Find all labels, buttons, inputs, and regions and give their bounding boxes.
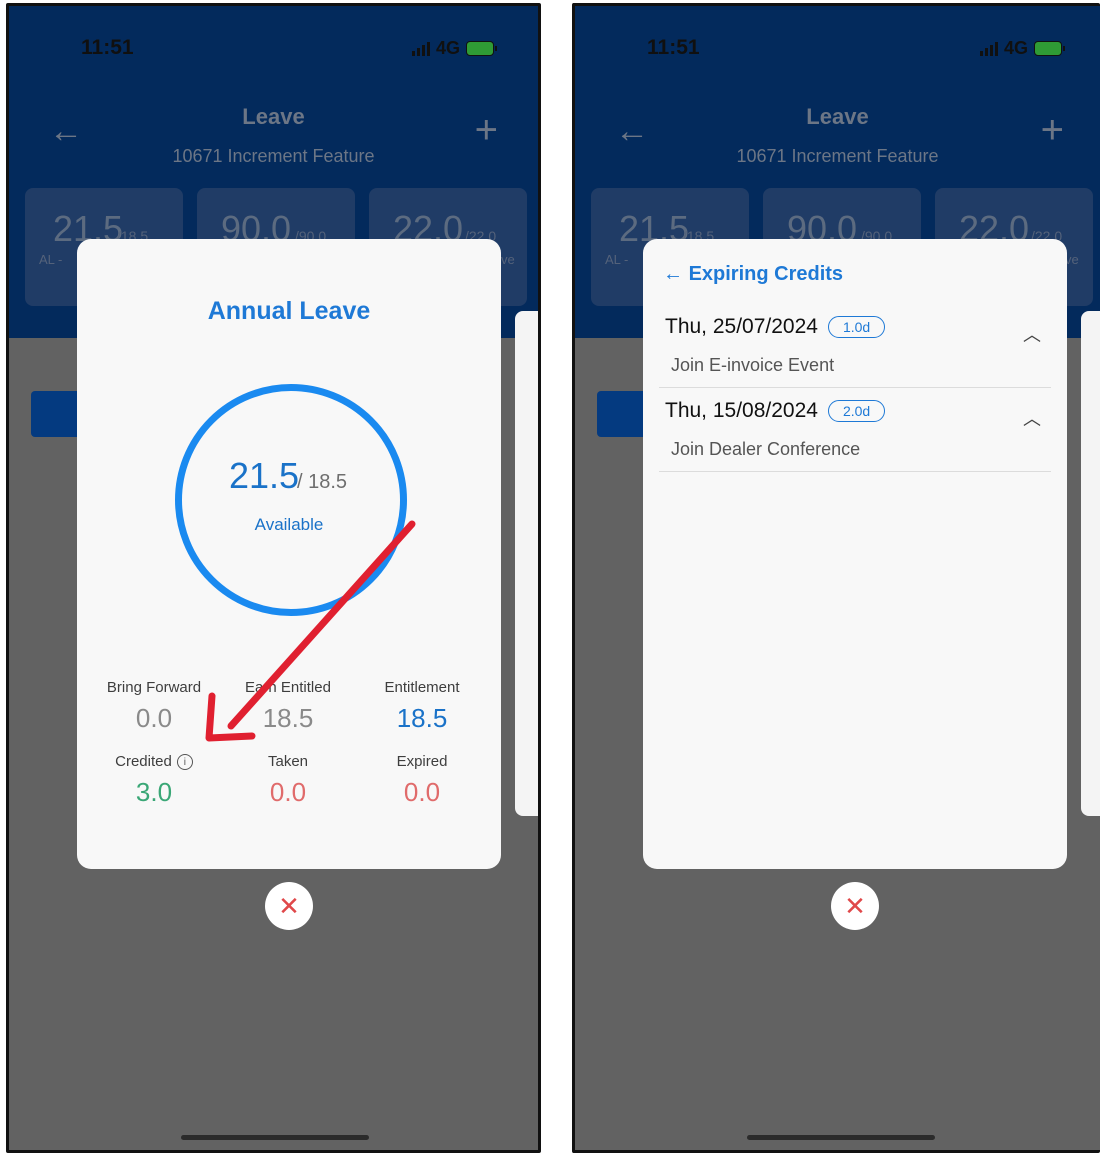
add-plus-icon[interactable]: + <box>1041 110 1064 150</box>
list-item[interactable]: Thu, 15/08/2024 2.0d Join Dealer Conferen… <box>659 387 1051 472</box>
credit-description: Join E-invoice Event <box>671 355 835 375</box>
home-indicator-2 <box>747 1135 935 1140</box>
page-subtitle-2: 10671 Increment Feature <box>736 146 939 166</box>
home-indicator <box>181 1135 369 1140</box>
chevron-up-icon[interactable]: ︿ <box>1023 321 1041 347</box>
summary-label-3b: ve <box>1065 252 1079 267</box>
battery-icon <box>1034 41 1065 56</box>
expiring-credits-back[interactable]: ← Expiring Credits <box>663 263 843 286</box>
close-button[interactable]: ✕ <box>265 882 313 930</box>
annotation-arrow-icon <box>205 520 416 742</box>
expiring-credits-modal: ← Expiring Credits Thu, 25/07/2024 1.0d J… <box>643 239 1067 869</box>
signal-icon <box>979 41 998 56</box>
side-card-2 <box>1081 311 1100 816</box>
phone-screen-annual-leave: 11:51 4G ← Leave 10671 Increment Feature… <box>6 3 541 1153</box>
phone-screen-expiring-credits: 11:51 4G ← Leave 10671 Increment Feature… <box>572 3 1100 1153</box>
credit-days-badge: 1.0d <box>827 316 886 339</box>
close-icon: ✕ <box>844 890 866 921</box>
network-label-2: 4G <box>1003 38 1028 58</box>
status-time-2: 11:51 <box>647 36 700 59</box>
close-icon: ✕ <box>278 890 300 921</box>
expiring-credits-title: Expiring Credits <box>688 263 844 285</box>
status-indicators-2: 4G <box>979 38 1065 59</box>
back-arrow-icon: ← <box>663 263 683 285</box>
close-button-2[interactable]: ✕ <box>831 882 879 930</box>
credit-description: Join Dealer Conference <box>671 439 861 459</box>
page-title-2: Leave <box>806 104 869 129</box>
chevron-up-icon[interactable]: ︿ <box>1023 405 1041 431</box>
list-item[interactable]: Thu, 25/07/2024 1.0d Join E-invoice Event… <box>659 303 1051 388</box>
credit-date: Thu, 25/07/2024 <box>665 315 818 338</box>
credit-days-badge: 2.0d <box>827 400 886 423</box>
summary-label-1b: AL - <box>605 252 629 267</box>
credit-date: Thu, 15/08/2024 <box>665 399 818 422</box>
